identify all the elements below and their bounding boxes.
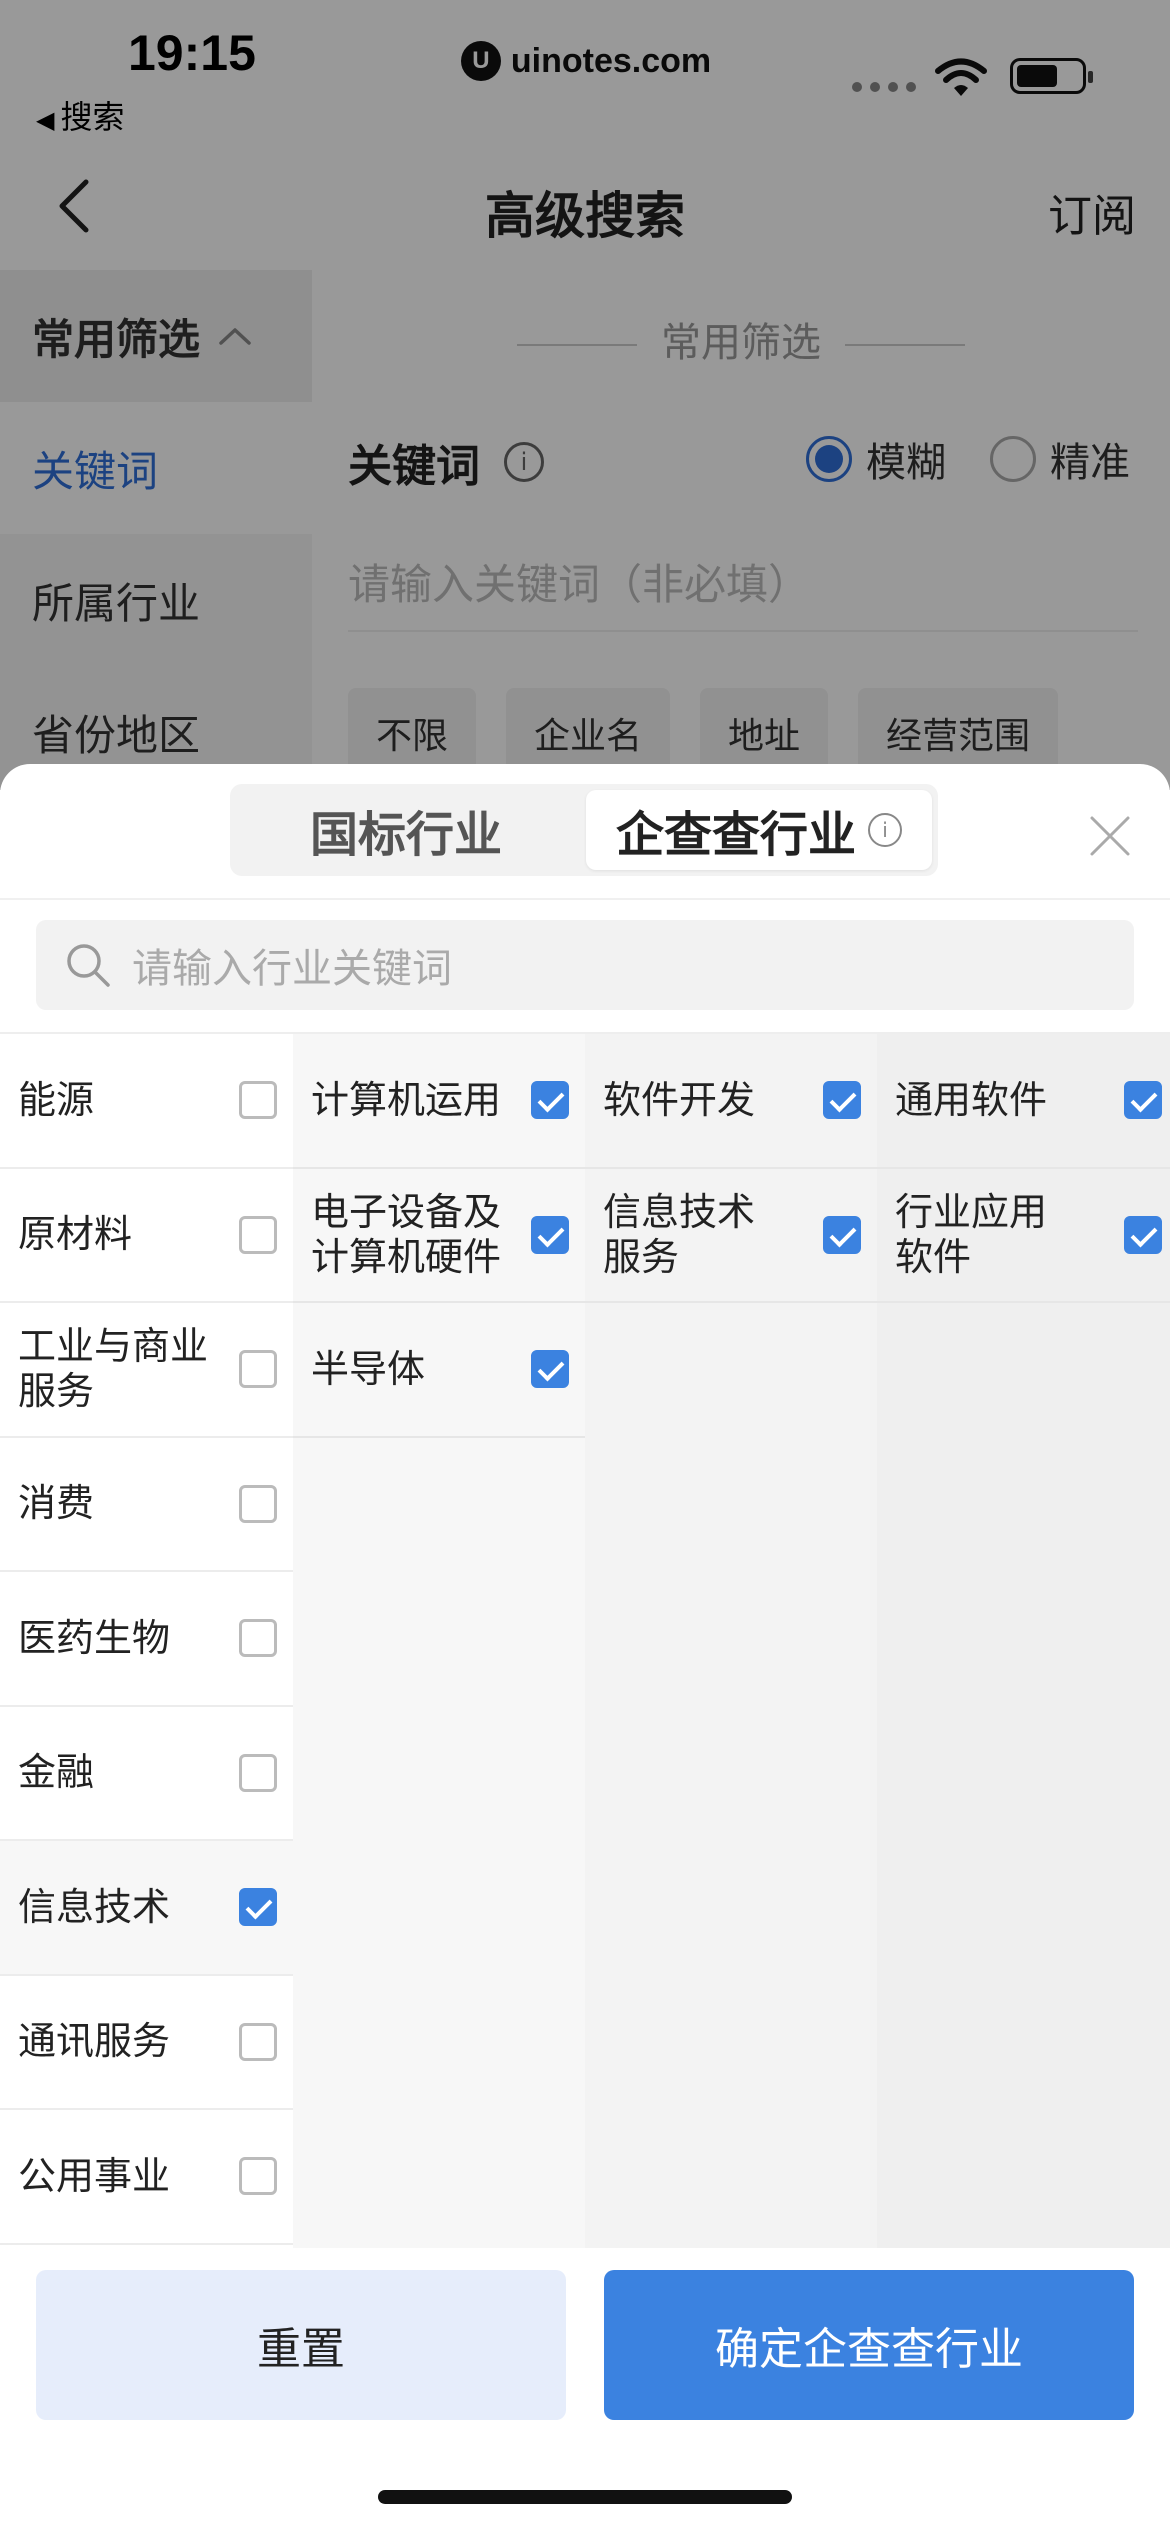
subcategory-label: 半导体: [311, 1346, 426, 1391]
industry-tab-switch: 国标行业 企查查行业 i: [230, 784, 938, 876]
subcategory-list: 计算机运用 电子设备及计算机硬件 半导体: [293, 1034, 585, 2250]
third-level-list: 软件开发 信息技术服务: [585, 1034, 877, 2250]
category-list: 能源 原材料 工业与商业服务 消费 医药生物 金融 信息技术 通讯服务 公用事业: [0, 1034, 293, 2250]
modal-backdrop[interactable]: [0, 0, 1170, 790]
industry-columns: 能源 原材料 工业与商业服务 消费 医药生物 金融 信息技术 通讯服务 公用事业…: [0, 1032, 1170, 2250]
category-row[interactable]: 工业与商业服务: [0, 1303, 293, 1438]
fourth-level-row[interactable]: 通用软件: [877, 1034, 1170, 1169]
category-label: 消费: [18, 1481, 95, 1526]
checkbox-icon[interactable]: [239, 1484, 277, 1523]
checkbox-checked-icon[interactable]: [823, 1081, 861, 1120]
subcategory-label: 电子设备及计算机硬件: [311, 1189, 502, 1279]
checkbox-checked-icon[interactable]: [1124, 1081, 1162, 1120]
checkbox-checked-icon[interactable]: [531, 1215, 569, 1254]
third-level-label: 信息技术服务: [603, 1189, 756, 1279]
subcategory-label: 计算机运用: [311, 1077, 502, 1122]
checkbox-icon[interactable]: [239, 2157, 277, 2196]
search-placeholder: 请输入行业关键词: [132, 946, 452, 992]
subcategory-row[interactable]: 计算机运用: [293, 1034, 585, 1169]
close-icon[interactable]: [1088, 814, 1132, 858]
industry-search-input[interactable]: 请输入行业关键词: [36, 920, 1134, 1010]
industry-picker-sheet: 国标行业 企查查行业 i 请输入行业关键词 能源 原材料 工业与商业服务 消费 医…: [0, 764, 1170, 2532]
checkbox-checked-icon[interactable]: [531, 1350, 569, 1389]
category-row[interactable]: 原材料: [0, 1169, 293, 1303]
checkbox-checked-icon[interactable]: [531, 1081, 569, 1120]
category-label: 信息技术: [18, 1884, 171, 1929]
category-label: 工业与商业服务: [18, 1324, 209, 1414]
category-row[interactable]: 消费: [0, 1438, 293, 1572]
search-icon: [67, 944, 110, 987]
divider: [0, 898, 1170, 900]
category-row[interactable]: 通讯服务: [0, 1976, 293, 2110]
home-indicator: [378, 2490, 792, 2504]
fourth-level-label: 通用软件: [895, 1077, 1048, 1122]
checkbox-checked-icon[interactable]: [823, 1215, 861, 1254]
subcategory-row[interactable]: 半导体: [293, 1303, 585, 1438]
checkbox-icon[interactable]: [239, 1081, 277, 1120]
checkbox-checked-icon[interactable]: [1124, 1215, 1162, 1254]
fourth-level-list: 通用软件 行业应用软件: [877, 1034, 1170, 2250]
category-row-selected[interactable]: 信息技术: [0, 1841, 293, 1976]
third-level-row[interactable]: 信息技术服务: [585, 1169, 877, 1303]
category-label: 公用事业: [18, 2153, 171, 2198]
tab-qcc-label: 企查查行业: [615, 807, 856, 863]
info-icon[interactable]: i: [868, 813, 902, 847]
fourth-level-label: 行业应用软件: [895, 1189, 1048, 1279]
checkbox-icon[interactable]: [239, 1215, 277, 1254]
category-row[interactable]: 金融: [0, 1707, 293, 1841]
checkbox-checked-icon[interactable]: [239, 1888, 277, 1927]
checkbox-icon[interactable]: [239, 2022, 277, 2061]
category-row[interactable]: 能源: [0, 1034, 293, 1169]
third-level-label: 软件开发: [603, 1077, 756, 1122]
category-label: 医药生物: [18, 1615, 171, 1660]
category-label: 通讯服务: [18, 2019, 171, 2064]
subcategory-row[interactable]: 电子设备及计算机硬件: [293, 1169, 585, 1303]
category-label: 能源: [18, 1077, 95, 1122]
checkbox-icon[interactable]: [239, 1753, 277, 1792]
category-label: 原材料: [18, 1212, 133, 1257]
third-level-row[interactable]: 软件开发: [585, 1034, 877, 1169]
checkbox-icon[interactable]: [239, 1619, 277, 1658]
category-row[interactable]: 公用事业: [0, 2110, 293, 2245]
fourth-level-row[interactable]: 行业应用软件: [877, 1169, 1170, 1303]
category-label: 金融: [18, 1750, 95, 1795]
reset-button[interactable]: 重置: [36, 2270, 566, 2420]
tab-national-industry[interactable]: 国标行业: [236, 790, 576, 870]
confirm-button[interactable]: 确定企查查行业: [604, 2270, 1134, 2420]
tab-qcc-industry[interactable]: 企查查行业 i: [586, 790, 932, 870]
category-row[interactable]: 医药生物: [0, 1572, 293, 1707]
checkbox-icon[interactable]: [239, 1350, 277, 1389]
